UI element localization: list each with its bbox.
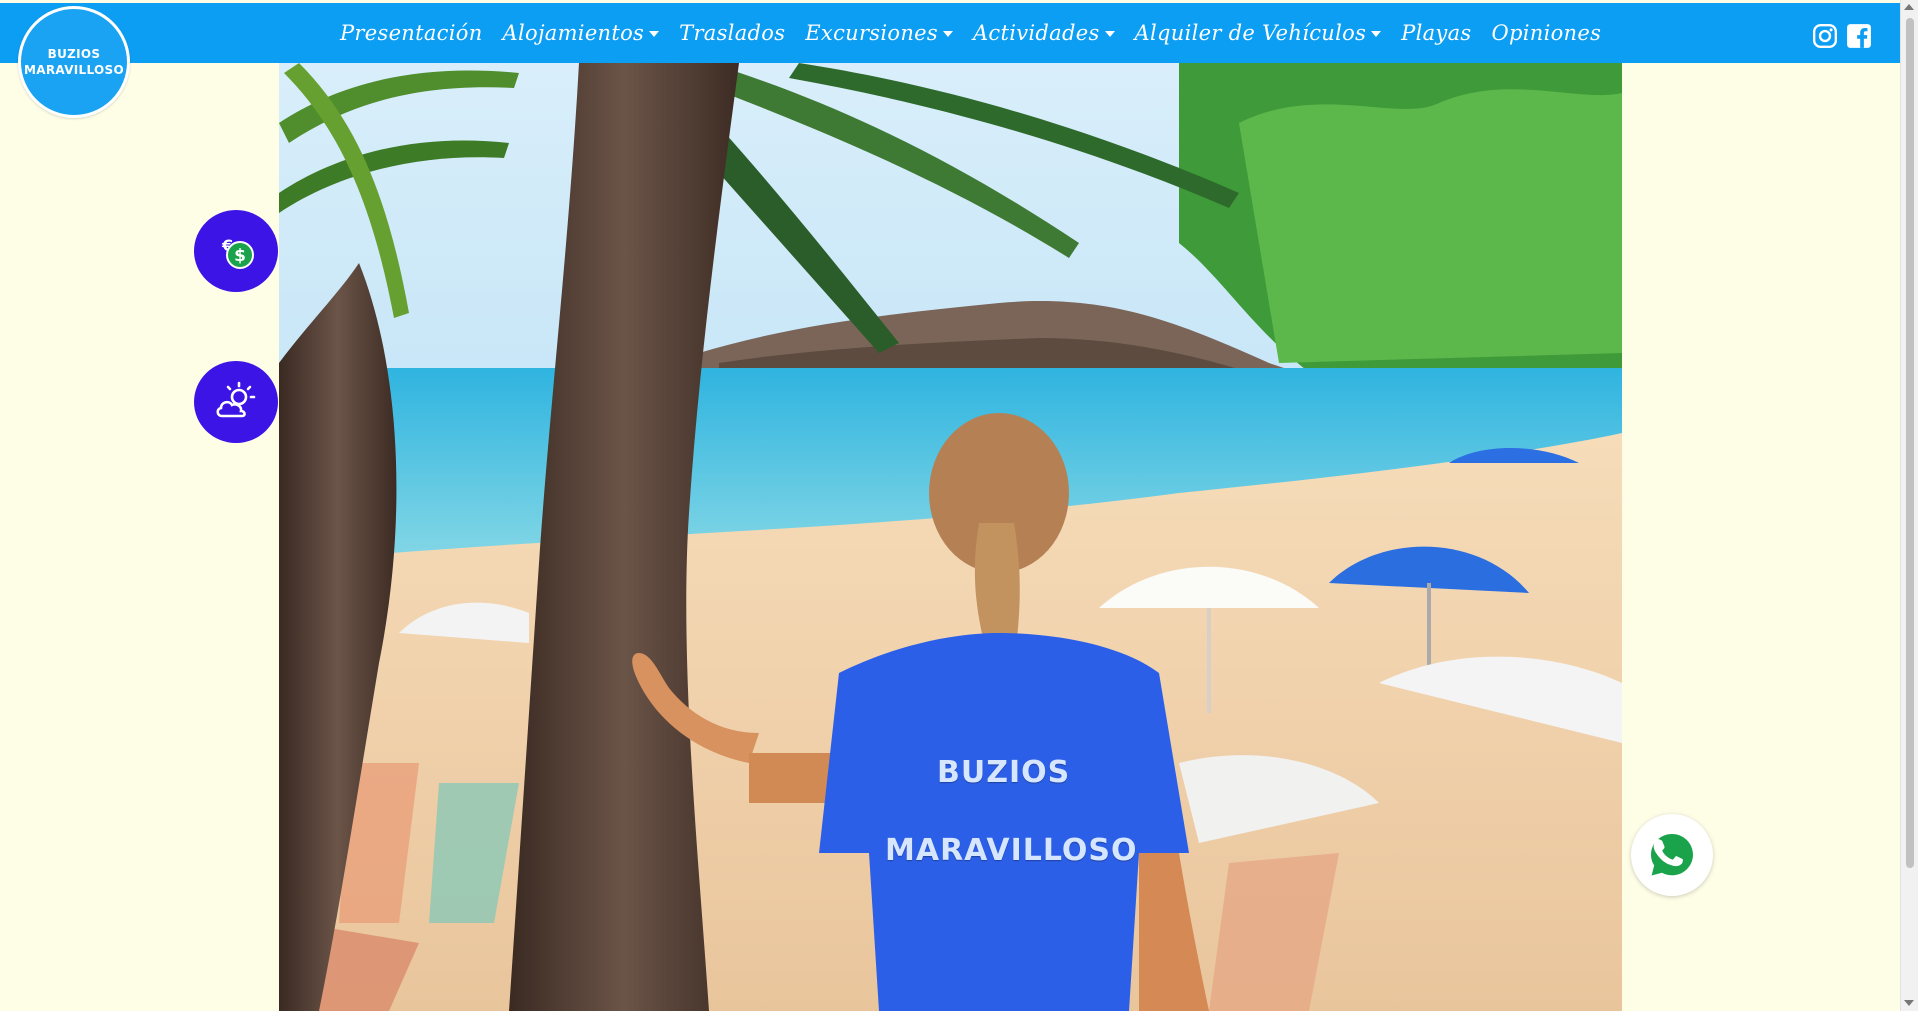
chevron-down-icon — [1104, 31, 1115, 37]
shirt-text-line-1: BUZIOS — [937, 755, 1071, 790]
nav-item-playas[interactable]: Playas — [1391, 3, 1481, 63]
logo-line-2: MARAVILLOSO — [24, 63, 124, 77]
currency-exchange-icon: € $ — [221, 236, 254, 269]
social-links — [1812, 6, 1872, 66]
main-menu: Presentación Alojamientos Traslados Excu… — [330, 3, 1611, 63]
weather-icon — [216, 381, 256, 418]
scroll-up-icon[interactable] — [1904, 4, 1914, 10]
chevron-down-icon — [649, 31, 660, 37]
currency-exchange-button[interactable]: € $ — [194, 210, 278, 292]
whatsapp-button[interactable] — [1631, 814, 1713, 896]
nav-item-alojamientos[interactable]: Alojamientos — [493, 3, 670, 63]
scroll-down-icon[interactable] — [1904, 1000, 1914, 1006]
svg-text:$: $ — [234, 246, 246, 266]
whatsapp-icon — [1651, 834, 1693, 876]
instagram-icon[interactable] — [1812, 23, 1838, 49]
facebook-icon[interactable] — [1846, 23, 1872, 49]
site-logo[interactable]: BUZIOS MARAVILLOSO — [18, 6, 130, 118]
chevron-down-icon — [942, 31, 953, 37]
nav-item-opiniones[interactable]: Opiniones — [1481, 3, 1611, 63]
nav-item-excursiones[interactable]: Excursiones — [795, 3, 963, 63]
nav-item-presentacion[interactable]: Presentación — [330, 3, 493, 63]
nav-item-actividades[interactable]: Actividades — [963, 3, 1125, 63]
weather-button[interactable] — [194, 361, 278, 443]
top-navigation-bar: Presentación Alojamientos Traslados Excu… — [0, 3, 1900, 63]
beach-photo-illustration — [279, 63, 1622, 1011]
nav-item-traslados[interactable]: Traslados — [669, 3, 795, 63]
hero-image: BUZIOS MARAVILLOSO — [279, 63, 1622, 1011]
scrollbar-thumb[interactable] — [1906, 18, 1914, 868]
logo-line-1: BUZIOS — [47, 47, 101, 61]
chevron-down-icon — [1371, 31, 1382, 37]
nav-item-alquiler-vehiculos[interactable]: Alquiler de Vehículos — [1125, 3, 1392, 63]
shirt-text-line-2: MARAVILLOSO — [885, 833, 1138, 868]
